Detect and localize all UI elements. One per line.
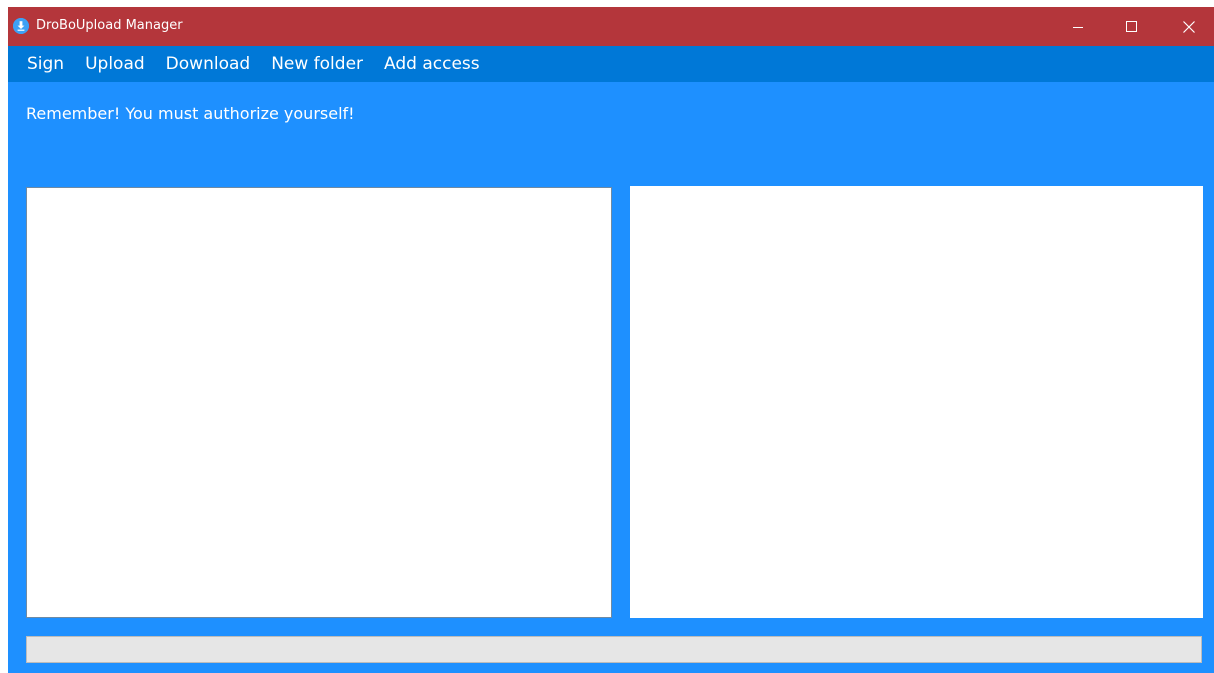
title-bar[interactable]: DroBoUpload Manager [8, 7, 1214, 46]
local-files-list[interactable] [26, 187, 612, 618]
menu-item-new-folder[interactable]: New folder [260, 49, 373, 80]
menu-bar: Sign Upload Download New folder Add acce… [8, 46, 1214, 82]
progress-bar [26, 636, 1202, 663]
menu-item-upload[interactable]: Upload [74, 49, 155, 80]
menu-item-download[interactable]: Download [155, 49, 261, 80]
window-title: DroBoUpload Manager [36, 18, 183, 33]
close-button[interactable] [1166, 7, 1212, 46]
minimize-button[interactable] [1055, 7, 1101, 46]
maximize-button[interactable] [1108, 7, 1154, 46]
close-icon [1183, 20, 1195, 33]
app-window: DroBoUpload Manager Sign Upload Download… [8, 7, 1214, 673]
remote-files-list[interactable] [630, 186, 1203, 618]
maximize-icon [1125, 21, 1137, 32]
menu-item-add-access[interactable]: Add access [373, 49, 490, 80]
minimize-icon [1073, 22, 1083, 32]
menu-item-sign[interactable]: Sign [16, 49, 74, 80]
auth-reminder-message: Remember! You must authorize yourself! [26, 104, 355, 123]
download-circle-icon [13, 18, 29, 34]
